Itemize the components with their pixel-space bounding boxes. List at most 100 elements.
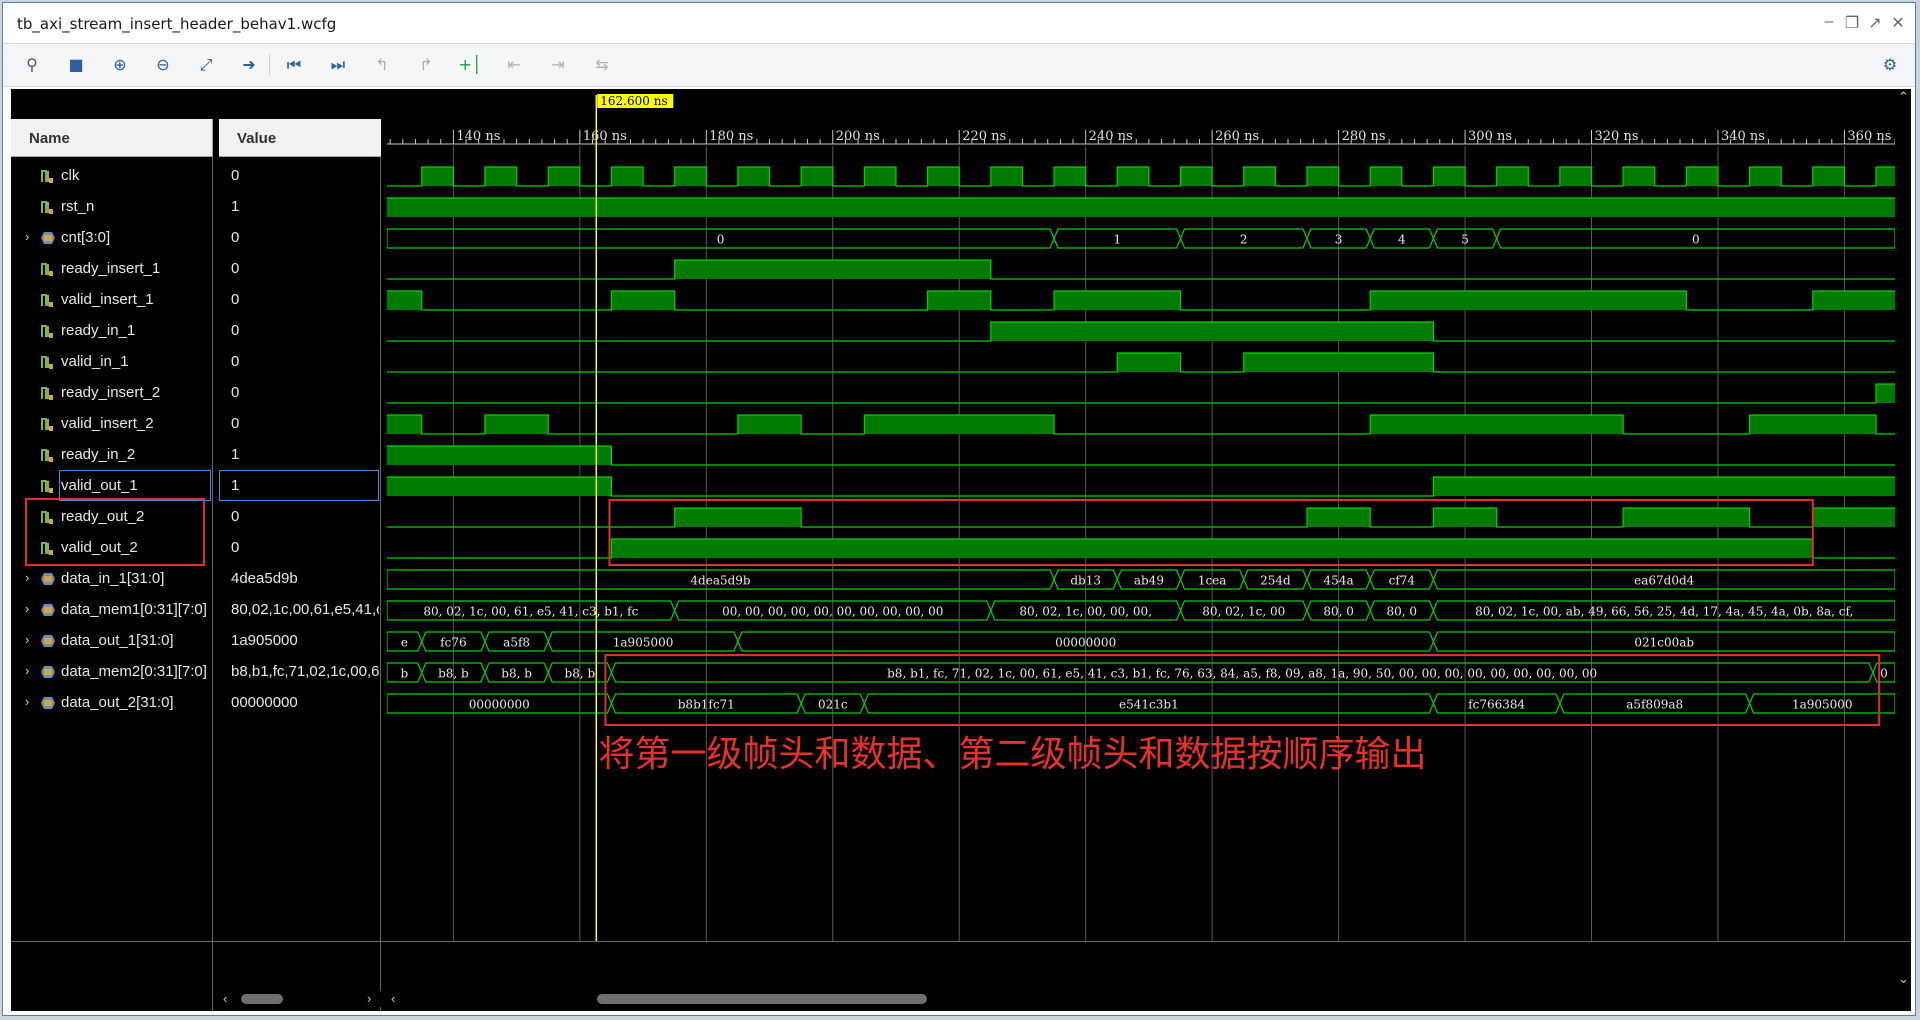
previous-marker-icon[interactable]: ⇤: [501, 53, 527, 77]
value-row[interactable]: 0: [219, 347, 380, 378]
value-row[interactable]: 1: [219, 192, 380, 223]
scroll-left-icon[interactable]: ‹: [223, 991, 227, 1006]
gear-icon[interactable]: ⚙: [1877, 53, 1903, 77]
bit-signal-icon: [41, 170, 53, 183]
expand-chevron-icon[interactable]: ›: [25, 570, 29, 585]
value-row[interactable]: 0: [219, 378, 380, 409]
scroll-down-icon[interactable]: ⌄: [1898, 971, 1909, 987]
vertical-scrollbar[interactable]: ⌃ ⌄: [1895, 89, 1911, 989]
signal-row[interactable]: ready_in_1: [11, 316, 212, 347]
close-icon[interactable]: ✕: [1887, 13, 1909, 33]
zoom-fit-icon[interactable]: ⤢: [193, 53, 219, 77]
signal-value: 4dea5d9b: [231, 570, 298, 587]
value-row[interactable]: 0: [219, 533, 380, 564]
value-row[interactable]: 1a905000: [219, 626, 380, 657]
save-icon[interactable]: ■: [63, 53, 89, 77]
expand-chevron-icon[interactable]: ›: [25, 229, 29, 244]
signal-row[interactable]: ready_in_2: [11, 440, 212, 471]
wave-high-fill: [1749, 415, 1877, 434]
value-row[interactable]: 0: [219, 285, 380, 316]
expand-chevron-icon[interactable]: ›: [25, 632, 29, 647]
value-row[interactable]: 4dea5d9b: [219, 564, 380, 595]
wave-horizontal-scrollbar[interactable]: ‹: [387, 991, 1895, 1007]
signal-row[interactable]: clk: [11, 161, 212, 192]
value-row[interactable]: 80,02,1c,00,61,e5,41,c: [219, 595, 380, 626]
time-tick-label: 160 ns: [583, 129, 627, 144]
value-row[interactable]: 1: [219, 440, 380, 471]
value-column-header[interactable]: Value: [219, 119, 381, 157]
wave-high-fill: [1433, 477, 1895, 496]
signal-row[interactable]: rst_n: [11, 192, 212, 223]
go-to-time-zero-icon[interactable]: ⏮: [281, 53, 307, 77]
wave-high-fill: [1812, 291, 1895, 310]
next-transition-icon[interactable]: ↱: [413, 53, 439, 77]
wave-high-fill: [737, 167, 770, 186]
bus-value-label: fc76: [440, 636, 466, 650]
bus-value-label: b8, b1, fc, 71, 02, 1c, 00, 61, e5, 41, …: [887, 667, 1597, 681]
bus-value-label: 1a905000: [613, 636, 674, 650]
signal-name: data_mem2[0:31][7:0]: [61, 663, 207, 680]
value-row[interactable]: 0: [219, 254, 380, 285]
signal-row[interactable]: › data_out_1[31:0]: [11, 626, 212, 657]
wave-high-fill: [1180, 167, 1213, 186]
signal-row[interactable]: valid_insert_1: [11, 285, 212, 316]
add-marker-icon[interactable]: +│: [457, 53, 483, 77]
wave-scroll-thumb[interactable]: [597, 994, 927, 1004]
signal-value: 80,02,1c,00,61,e5,41,c: [231, 601, 379, 618]
value-row[interactable]: 0: [219, 161, 380, 192]
value-row[interactable]: 0: [219, 316, 380, 347]
value-row[interactable]: 0: [219, 223, 380, 254]
value-scroll-thumb[interactable]: [241, 994, 283, 1004]
wave-high-fill: [1370, 167, 1402, 186]
signal-row[interactable]: › data_mem1[0:31][7:0]: [11, 595, 212, 626]
bus-value-label: b8, b: [501, 667, 532, 681]
value-row[interactable]: 00000000: [219, 688, 380, 719]
minimize-icon[interactable]: –: [1818, 13, 1840, 31]
signal-name: data_out_1[31:0]: [61, 632, 174, 649]
bus-value-label: db13: [1070, 574, 1101, 588]
signal-row[interactable]: ready_insert_1: [11, 254, 212, 285]
name-column-header[interactable]: Name: [11, 119, 213, 157]
scroll-right-icon[interactable]: ›: [367, 991, 371, 1006]
signal-row[interactable]: › data_out_2[31:0]: [11, 688, 212, 719]
bit-signal-icon: [41, 325, 53, 338]
restore-icon[interactable]: ❐: [1841, 13, 1863, 33]
next-marker-icon[interactable]: ⇥: [545, 53, 571, 77]
signal-row[interactable]: valid_in_1: [11, 347, 212, 378]
wave-high-fill: [1812, 167, 1845, 186]
bus-signal-icon: [41, 666, 55, 678]
signal-row[interactable]: valid_insert_2: [11, 409, 212, 440]
signal-row[interactable]: ready_insert_2: [11, 378, 212, 409]
wave-high-fill: [548, 167, 580, 186]
value-row[interactable]: 0: [219, 502, 380, 533]
expand-chevron-icon[interactable]: ›: [25, 601, 29, 616]
scroll-left-icon[interactable]: ‹: [391, 991, 395, 1006]
wave-high-fill: [1117, 353, 1181, 372]
wave-high-fill: [674, 508, 802, 527]
expand-chevron-icon[interactable]: ›: [25, 663, 29, 678]
zoom-in-icon[interactable]: ⊕: [107, 53, 133, 77]
value-row[interactable]: b8,b1,fc,71,02,1c,00,6: [219, 657, 380, 688]
search-icon[interactable]: ⚲: [19, 53, 45, 77]
scroll-up-icon[interactable]: ⌃: [1898, 89, 1909, 105]
value-row[interactable]: 0: [219, 409, 380, 440]
value-row[interactable]: 1: [219, 470, 380, 502]
bus-value-label: 5: [1461, 233, 1469, 247]
signal-value: b8,b1,fc,71,02,1c,00,6: [231, 663, 379, 680]
previous-transition-icon[interactable]: ↰: [369, 53, 395, 77]
zoom-out-icon[interactable]: ⊖: [150, 53, 176, 77]
value-horizontal-scrollbar[interactable]: ‹ ›: [219, 991, 381, 1007]
signal-row[interactable]: › data_mem2[0:31][7:0]: [11, 657, 212, 688]
go-to-last-time-icon[interactable]: ⏭: [325, 53, 351, 77]
swap-cursors-icon[interactable]: ⇆: [589, 53, 615, 77]
go-to-cursor-icon[interactable]: ➜: [236, 53, 262, 77]
maximize-icon[interactable]: ↗: [1864, 13, 1886, 33]
signal-value: 0: [231, 415, 240, 432]
wave-high-fill: [1306, 508, 1371, 527]
bus-signal-icon: [41, 604, 55, 616]
wave-high-fill: [611, 539, 1813, 558]
expand-chevron-icon[interactable]: ›: [25, 694, 29, 709]
signal-row[interactable]: › cnt[3:0]: [11, 223, 212, 254]
waveform-canvas[interactable]: 140 ns 160 ns 180 ns 200 ns 220 ns 240 ns 260 …: [387, 89, 1903, 989]
signal-row[interactable]: › data_in_1[31:0]: [11, 564, 212, 595]
